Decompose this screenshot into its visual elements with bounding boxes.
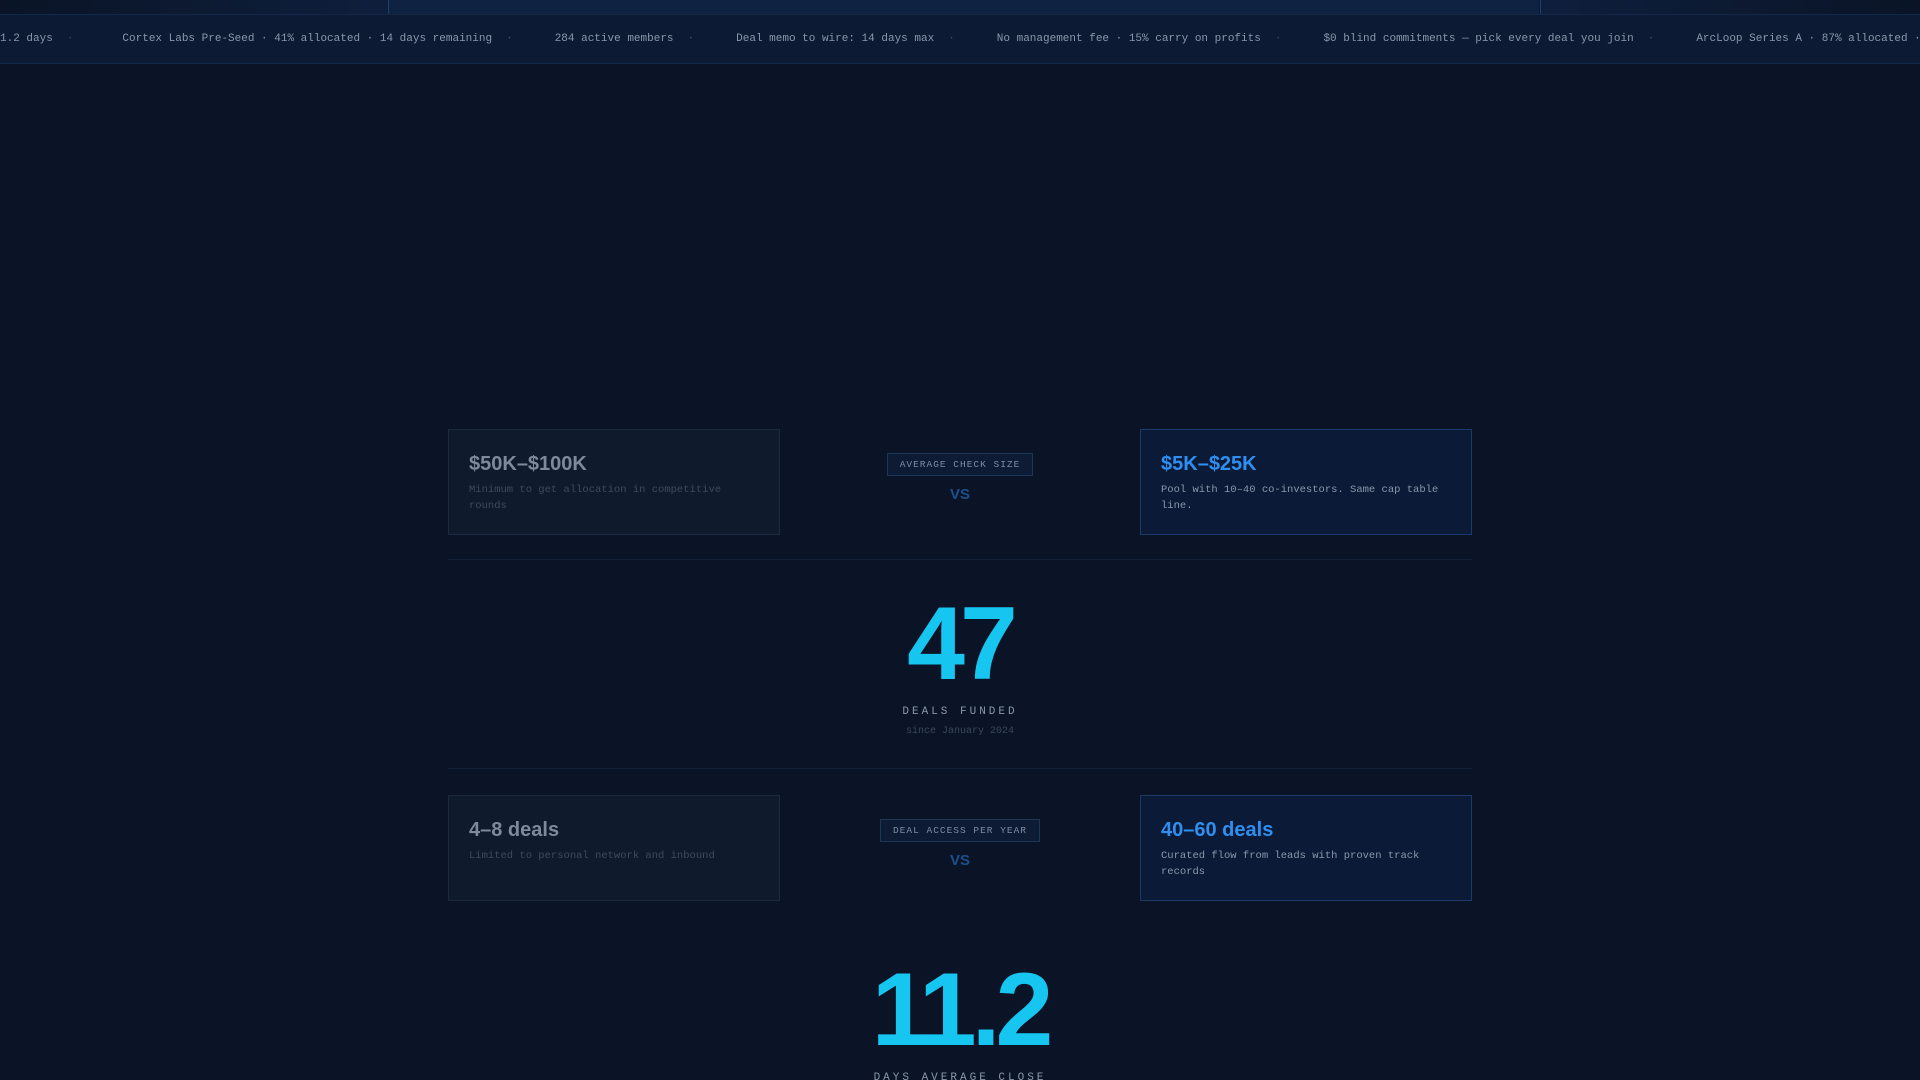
syndicate-card: $5K–$25K Pool with 10–40 co-investors. S… bbox=[1140, 429, 1472, 535]
syndicate-card-title: 40–60 deals bbox=[1161, 819, 1274, 841]
comparison-metric-badge: DEAL ACCESS PER YEAR bbox=[879, 819, 1041, 842]
traditional-card-title: 4–8 deals bbox=[469, 819, 560, 841]
ticker-item-text: No management fee · 15% carry on profits bbox=[996, 33, 1261, 45]
vs-label: VS bbox=[949, 852, 970, 869]
ticker-item-text: Deal memo to wire: 14 days max bbox=[736, 33, 935, 45]
ticker-item-text: Cortex Labs Pre-Seed · 41% allocated · 1… bbox=[122, 33, 493, 45]
ticker-item: No management fee · 15% carry on profits… bbox=[997, 33, 1282, 45]
ticker-item-text: $0 blind commitments — pick every deal y… bbox=[1323, 33, 1634, 45]
stat-sublabel: since January 2024 bbox=[905, 726, 1015, 737]
stat-deals-funded: 47 DEALS FUNDED since January 2024 bbox=[448, 592, 1472, 737]
syndicate-card-description: Pool with 10–40 co-investors. Same cap t… bbox=[1161, 484, 1439, 512]
stat-number: 47 bbox=[907, 586, 1018, 702]
ticker-item: 284 active members · bbox=[555, 33, 694, 45]
stat-days-average-close: 11.2 DAYS AVERAGE CLOSE bbox=[448, 958, 1472, 1080]
traditional-card-title: $50K–$100K bbox=[469, 453, 587, 475]
ticker-separator: · bbox=[506, 33, 513, 45]
announcement-ticker: 1.2 days · Cortex Labs Pre-Seed · 41% al… bbox=[0, 15, 1920, 64]
traditional-card-description: Minimum to get allocation in competitive… bbox=[469, 484, 722, 512]
page: 1.2 days · Cortex Labs Pre-Seed · 41% al… bbox=[0, 0, 1920, 1080]
stat-label: DEALS FUNDED bbox=[902, 706, 1018, 718]
ticker-separator: · bbox=[687, 33, 695, 45]
comparison-center: AVERAGE CHECK SIZE VS bbox=[780, 429, 1140, 535]
traditional-card: $50K–$100K Minimum to get allocation in … bbox=[448, 429, 780, 535]
stat-label: DAYS AVERAGE CLOSE bbox=[873, 1072, 1047, 1080]
top-strip-left-segment bbox=[0, 0, 389, 14]
traditional-card: 4–8 deals Limited to personal network an… bbox=[448, 795, 780, 901]
traditional-card-description: Limited to personal network and inbound bbox=[469, 850, 715, 862]
ticker-item: 1.2 days · bbox=[0, 33, 73, 45]
ticker-separator: · bbox=[66, 33, 74, 45]
stat-number: 11.2 bbox=[871, 952, 1054, 1068]
ticker-item: ArcLoop Series A · 87% allocated · 3 bbox=[1696, 33, 1920, 45]
comparison-check-size: $50K–$100K Minimum to get allocation in … bbox=[448, 429, 1472, 535]
syndicate-card: 40–60 deals Curated flow from leads with… bbox=[1140, 795, 1472, 901]
ticker-item: Deal memo to wire: 14 days max · bbox=[736, 33, 955, 45]
syndicate-card-title: $5K–$25K bbox=[1161, 453, 1257, 475]
ticker-item-text: 1.2 days bbox=[0, 33, 53, 45]
ticker-item: $0 blind commitments — pick every deal y… bbox=[1323, 33, 1654, 45]
vs-label: VS bbox=[949, 486, 970, 503]
comparison-metric-badge: AVERAGE CHECK SIZE bbox=[886, 453, 1034, 476]
section-divider bbox=[448, 768, 1472, 769]
ticker-item: Cortex Labs Pre-Seed · 41% allocated · 1… bbox=[122, 33, 512, 45]
ticker-separator: · bbox=[948, 33, 955, 45]
top-strip-middle-segment bbox=[389, 0, 1539, 14]
ticker-track: 1.2 days · Cortex Labs Pre-Seed · 41% al… bbox=[0, 15, 1920, 63]
ticker-item-text: ArcLoop Series A · 87% allocated · 3 bbox=[1696, 33, 1920, 45]
syndicate-card-description: Curated flow from leads with proven trac… bbox=[1161, 850, 1420, 878]
ticker-separator: · bbox=[1274, 33, 1282, 45]
comparison-center: DEAL ACCESS PER YEAR VS bbox=[780, 795, 1140, 901]
top-strip-right-segment bbox=[1540, 0, 1920, 14]
section-divider bbox=[448, 559, 1472, 560]
comparison-deal-access: 4–8 deals Limited to personal network an… bbox=[448, 795, 1472, 901]
ticker-item-text: 284 active members bbox=[554, 33, 674, 45]
ticker-separator: · bbox=[1647, 33, 1655, 45]
top-navigation-strip bbox=[0, 0, 1920, 15]
